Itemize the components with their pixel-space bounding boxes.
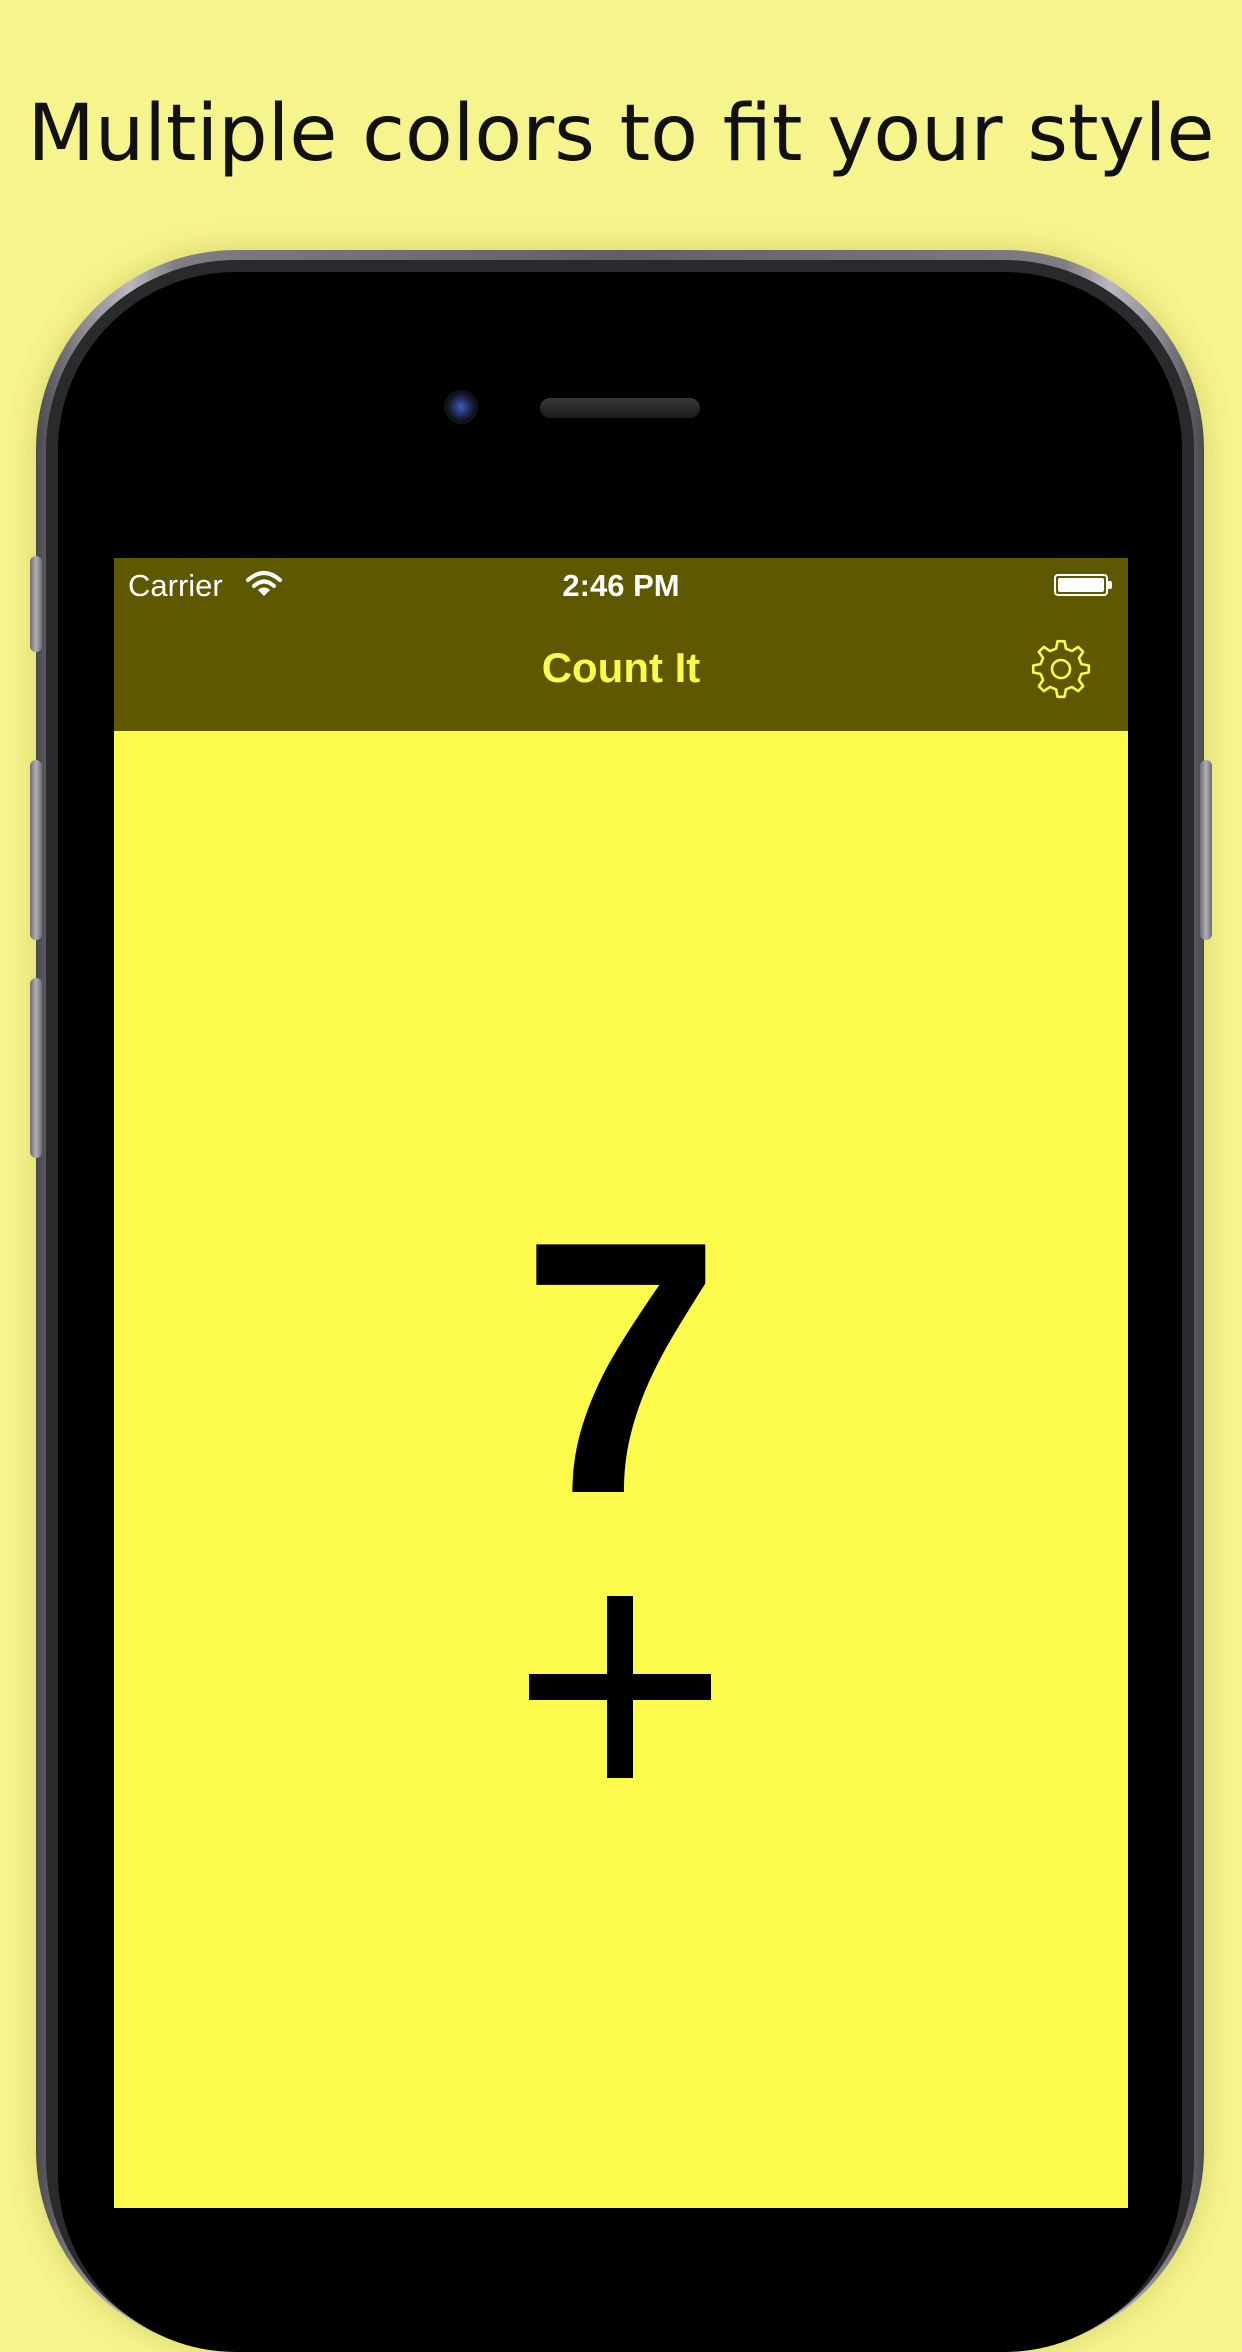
count-value: 7 — [520, 1167, 722, 1569]
mute-switch — [30, 556, 42, 652]
power-button — [1200, 760, 1212, 940]
app-screen: Carrier 2:46 PM Count It 7 — [114, 558, 1128, 2208]
promo-headline: Multiple colors to fit your style — [27, 89, 1215, 179]
earpiece-speaker — [540, 398, 700, 418]
navigation-bar: Carrier 2:46 PM Count It — [114, 558, 1128, 731]
volume-up-button — [30, 760, 42, 940]
gear-icon — [1031, 639, 1091, 699]
front-camera — [444, 390, 478, 424]
status-bar: Carrier 2:46 PM — [114, 558, 1128, 614]
settings-button[interactable] — [1030, 638, 1092, 700]
volume-down-button — [30, 978, 42, 1158]
nav-title: Count It — [541, 644, 701, 691]
increment-button[interactable] — [529, 1596, 711, 1778]
status-time: 2:46 PM — [562, 568, 680, 603]
battery-level — [1058, 578, 1104, 592]
battery-icon — [1054, 574, 1112, 596]
